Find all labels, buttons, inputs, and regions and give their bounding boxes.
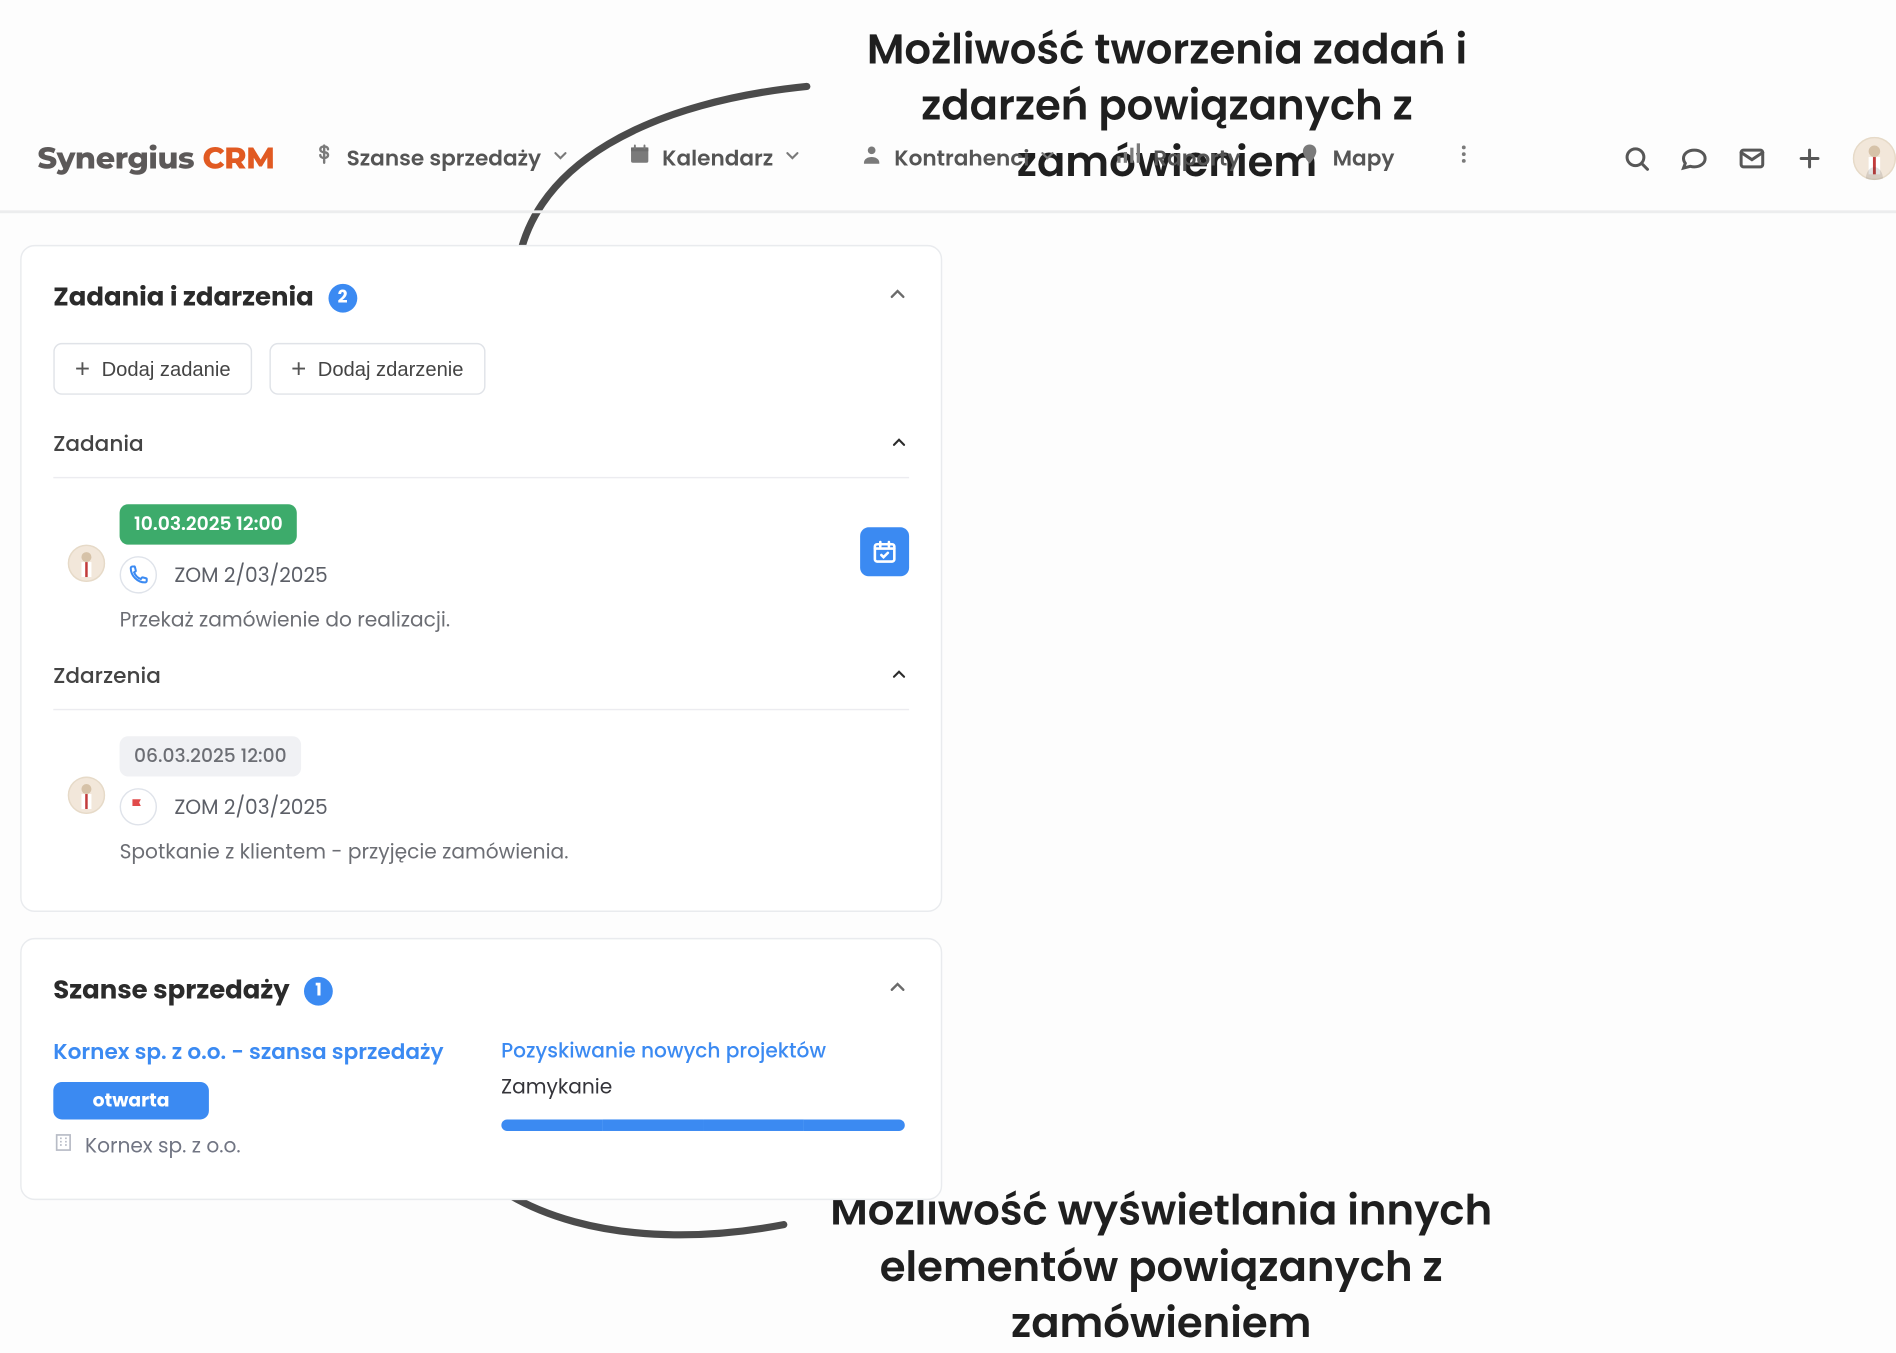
plus-icon: +	[75, 356, 90, 382]
event-ref: ZOM 2/03/2025	[174, 792, 327, 822]
person-icon	[860, 142, 883, 175]
plus-icon: +	[291, 356, 306, 382]
task-item[interactable]: 10.03.2025 12:00 ZOM 2/03/2025 Przekaż z…	[53, 478, 909, 641]
phone-icon	[120, 556, 157, 593]
assignee-avatar	[68, 777, 105, 814]
more-vertical-icon	[1452, 140, 1475, 176]
nav-maps[interactable]: Mapy	[1298, 140, 1394, 176]
topbar: Synergius CRM Szanse sprzedaży Kalendarz	[37, 130, 1896, 188]
opportunity-status: otwarta	[53, 1082, 209, 1119]
chevron-down-icon	[782, 142, 802, 175]
collapse-events-button[interactable]	[889, 658, 909, 694]
opportunity-company: Kornex sp. z o.o.	[85, 1131, 241, 1161]
task-desc: Przekaż zamówienie do realizacji.	[120, 605, 451, 635]
opportunity-title: Kornex sp. z o.o. - szansa sprzedaży	[53, 1036, 443, 1069]
nav-contractors[interactable]: Kontrahenci	[860, 142, 1059, 175]
building-icon	[53, 1131, 73, 1161]
bars-icon	[1116, 142, 1142, 175]
calendar-icon	[628, 142, 651, 175]
collapse-button[interactable]	[886, 280, 909, 316]
opportunities-title: Szanse sprzedaży 1	[53, 971, 333, 1010]
mail-icon	[1738, 144, 1767, 173]
brand-part1: Synergius	[37, 140, 194, 176]
opportunities-count: 1	[304, 976, 333, 1005]
nav-sales-label: Szanse sprzedaży	[347, 142, 542, 175]
event-date-chip: 06.03.2025 12:00	[120, 736, 301, 776]
chevron-down-icon	[550, 142, 570, 175]
stage-progress	[501, 1119, 904, 1131]
topbar-divider	[0, 210, 1896, 213]
assignee-avatar	[68, 545, 105, 582]
add-event-label: Dodaj zdarzenie	[318, 357, 464, 380]
event-item[interactable]: 06.03.2025 12:00 ZOM 2/03/2025 Spotkanie…	[53, 710, 909, 873]
add-task-label: Dodaj zadanie	[102, 357, 231, 380]
chat-button[interactable]	[1680, 144, 1709, 173]
nav-calendar[interactable]: Kalendarz	[628, 142, 802, 175]
chevron-up-icon	[889, 432, 909, 452]
event-desc: Spotkanie z klientem - przyjęcie zamówie…	[120, 837, 569, 867]
add-event-button[interactable]: + Dodaj zdarzenie	[269, 343, 485, 395]
plus-icon	[1795, 144, 1824, 173]
task-action-button[interactable]	[860, 527, 909, 576]
calendar-check-icon	[872, 539, 898, 565]
tasks-events-title: Zadania i zdarzenia 2	[53, 278, 357, 317]
avatar-icon	[1853, 137, 1896, 180]
search-icon	[1622, 144, 1651, 173]
add-button[interactable]	[1795, 144, 1824, 173]
task-date-chip: 10.03.2025 12:00	[120, 504, 298, 544]
nav-contractors-label: Kontrahenci	[894, 142, 1029, 175]
nav-calendar-label: Kalendarz	[662, 142, 773, 175]
chevron-up-icon	[886, 282, 909, 305]
opportunity-process: Pozyskiwanie nowych projektów	[501, 1036, 904, 1066]
nav-sales[interactable]: Szanse sprzedaży	[312, 142, 570, 175]
collapse-opps-button[interactable]	[886, 972, 909, 1008]
flag-icon	[120, 788, 157, 825]
search-button[interactable]	[1622, 144, 1651, 173]
brand-part2: CRM	[202, 140, 274, 176]
user-avatar[interactable]	[1853, 137, 1896, 180]
tasks-events-count: 2	[328, 283, 357, 312]
pin-icon	[1298, 140, 1321, 176]
events-subtitle: Zdarzenia	[53, 660, 161, 693]
add-task-button[interactable]: + Dodaj zadanie	[53, 343, 252, 395]
opportunity-stage: Zamykanie	[501, 1072, 904, 1102]
dollar-icon	[312, 142, 335, 175]
opportunity-item[interactable]: Kornex sp. z o.o. - szansa sprzedaży otw…	[53, 1036, 909, 1161]
chat-icon	[1680, 144, 1709, 173]
tasks-subtitle: Zadania	[53, 428, 143, 461]
brand-logo: Synergius CRM	[37, 140, 274, 176]
task-ref: ZOM 2/03/2025	[174, 560, 327, 590]
nav-more[interactable]	[1452, 140, 1475, 176]
mail-button[interactable]	[1738, 144, 1767, 173]
chevron-down-icon	[1038, 142, 1058, 175]
chevron-up-icon	[889, 664, 909, 684]
chevron-up-icon	[886, 975, 909, 998]
nav-reports-label: Raporty	[1153, 142, 1240, 175]
nav-reports[interactable]: Raporty	[1116, 142, 1241, 175]
tasks-events-card: Zadania i zdarzenia 2 + Dodaj zadanie + …	[20, 245, 942, 912]
opportunities-card: Szanse sprzedaży 1 Kornex sp. z o.o. - s…	[20, 938, 942, 1200]
nav-maps-label: Mapy	[1333, 142, 1395, 175]
collapse-tasks-button[interactable]	[889, 426, 909, 462]
